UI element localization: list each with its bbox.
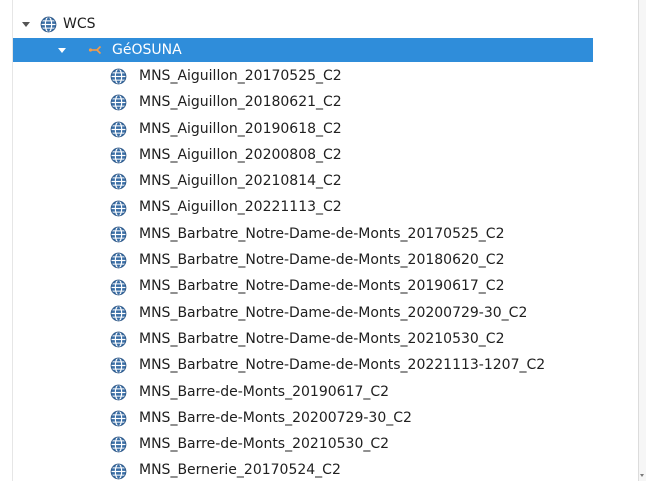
browser-tree-panel: WCS GéOSUNA MNS_Aiguillon_20170525_C2 MNS… <box>0 0 646 481</box>
globe-icon <box>110 436 127 453</box>
layer-label: MNS_Barre-de-Monts_20200729-30_C2 <box>139 409 412 426</box>
tree-layer-item[interactable]: MNS_Bernerie_20170524_C2 <box>0 457 640 483</box>
globe-icon <box>110 226 127 243</box>
tree-node-wcs[interactable]: WCS <box>18 11 598 37</box>
globe-icon <box>110 68 127 85</box>
layer-label: MNS_Aiguillon_20190618_C2 <box>139 120 342 137</box>
tree-layer-item[interactable]: MNS_Aiguillon_20200808_C2 <box>0 142 640 168</box>
globe-icon <box>110 410 127 427</box>
vertical-scrollbar[interactable] <box>638 0 646 481</box>
tree-layer-item[interactable]: MNS_Barre-de-Monts_20210530_C2 <box>0 431 640 457</box>
tree-node-label: WCS <box>63 16 96 32</box>
globe-icon <box>110 252 127 269</box>
tree-layer-item[interactable]: MNS_Barre-de-Monts_20200729-30_C2 <box>0 405 640 431</box>
layer-label: MNS_Aiguillon_20210814_C2 <box>139 173 342 190</box>
tree-layer-item[interactable]: MNS_Barbatre_Notre-Dame-de-Monts_2017052… <box>0 221 640 247</box>
globe-icon <box>110 463 127 480</box>
expand-arrow-icon[interactable] <box>22 11 32 37</box>
globe-icon <box>110 147 127 164</box>
tree-node-geosuna[interactable]: GéOSUNA <box>13 38 593 62</box>
tree-layer-item[interactable]: MNS_Barbatre_Notre-Dame-de-Monts_2022111… <box>0 352 640 378</box>
tree-layer-item[interactable]: MNS_Aiguillon_20170525_C2 <box>0 63 640 89</box>
globe-icon <box>110 94 127 111</box>
layer-label: MNS_Barbatre_Notre-Dame-de-Monts_2017052… <box>139 225 505 242</box>
layer-label: MNS_Barbatre_Notre-Dame-de-Monts_2020072… <box>139 304 528 321</box>
globe-icon <box>110 173 127 190</box>
tree-node-label: GéOSUNA <box>112 42 182 58</box>
globe-icon <box>110 384 127 401</box>
layer-label: MNS_Aiguillon_20221113_C2 <box>139 199 342 216</box>
layer-label: MNS_Barbatre_Notre-Dame-de-Monts_2022111… <box>139 357 546 374</box>
tree-layer-item[interactable]: MNS_Aiguillon_20180621_C2 <box>0 89 640 115</box>
layer-label: MNS_Bernerie_20170524_C2 <box>139 462 341 479</box>
scroll-down-icon[interactable] <box>640 474 644 477</box>
layer-label: MNS_Barbatre_Notre-Dame-de-Monts_2018062… <box>139 252 505 269</box>
connection-icon <box>88 45 102 55</box>
layer-label: MNS_Barre-de-Monts_20210530_C2 <box>139 436 390 453</box>
layer-label: MNS_Barbatre_Notre-Dame-de-Monts_2019061… <box>139 278 505 295</box>
globe-icon <box>110 357 127 374</box>
tree-layer-item[interactable]: MNS_Barre-de-Monts_20190617_C2 <box>0 379 640 405</box>
globe-icon <box>110 121 127 138</box>
tree-layer-item[interactable]: MNS_Barbatre_Notre-Dame-de-Monts_2020072… <box>0 300 640 326</box>
tree-layer-item[interactable]: MNS_Barbatre_Notre-Dame-de-Monts_2019061… <box>0 273 640 299</box>
layer-label: MNS_Aiguillon_20200808_C2 <box>139 146 342 163</box>
globe-icon <box>40 16 57 33</box>
tree-layer-item[interactable]: MNS_Aiguillon_20210814_C2 <box>0 168 640 194</box>
layer-list: MNS_Aiguillon_20170525_C2 MNS_Aiguillon_2… <box>0 63 640 484</box>
tree-layer-item[interactable]: MNS_Aiguillon_20221113_C2 <box>0 194 640 220</box>
globe-icon <box>110 305 127 322</box>
layer-label: MNS_Aiguillon_20170525_C2 <box>139 68 342 84</box>
globe-icon <box>110 200 127 217</box>
tree-layer-item[interactable]: MNS_Barbatre_Notre-Dame-de-Monts_2021053… <box>0 326 640 352</box>
layer-label: MNS_Barre-de-Monts_20190617_C2 <box>139 383 390 400</box>
tree-layer-item[interactable]: MNS_Aiguillon_20190618_C2 <box>0 116 640 142</box>
layer-label: MNS_Aiguillon_20180621_C2 <box>139 94 342 111</box>
layer-label: MNS_Barbatre_Notre-Dame-de-Monts_2021053… <box>139 330 505 347</box>
expand-arrow-icon[interactable] <box>58 38 68 62</box>
globe-icon <box>110 331 127 348</box>
tree-layer-item[interactable]: MNS_Barbatre_Notre-Dame-de-Monts_2018062… <box>0 247 640 273</box>
globe-icon <box>110 278 127 296</box>
